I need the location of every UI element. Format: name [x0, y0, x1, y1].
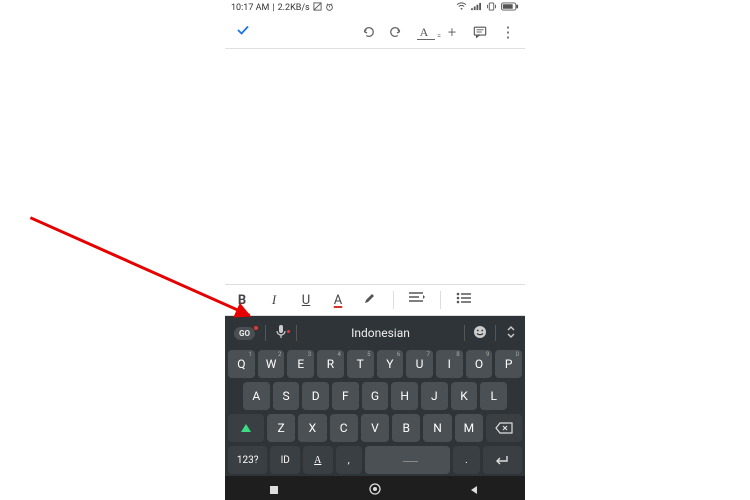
key-d[interactable]: D: [302, 382, 329, 410]
key-t[interactable]: T5: [347, 350, 374, 378]
battery-icon: [501, 2, 519, 14]
key-y[interactable]: Y6: [377, 350, 404, 378]
text-color-button[interactable]: A: [329, 293, 347, 308]
align-button[interactable]: [408, 292, 426, 308]
clipboard-pill[interactable]: GO: [234, 327, 255, 340]
bullet-list-button[interactable]: [455, 292, 473, 308]
lang-switch-key[interactable]: A: [303, 446, 333, 474]
key-g[interactable]: G: [362, 382, 389, 410]
key-z[interactable]: Z: [267, 414, 295, 442]
wifi-icon: [456, 2, 467, 14]
key-n[interactable]: N: [423, 414, 451, 442]
key-b[interactable]: B: [392, 414, 420, 442]
shift-key[interactable]: [228, 414, 264, 442]
divider: [440, 291, 441, 309]
key-s[interactable]: S: [273, 382, 300, 410]
key-a[interactable]: A: [243, 382, 270, 410]
backspace-key[interactable]: [486, 414, 522, 442]
key-k[interactable]: K: [451, 382, 478, 410]
alarm-icon: [325, 2, 334, 14]
highlight-button[interactable]: [361, 291, 379, 309]
soft-keyboard: GO Indonesian Q1 W2 E3 R4 T5 Y6 U7: [225, 316, 525, 476]
vibrate-icon: [486, 2, 497, 14]
symbols-key[interactable]: 123?: [228, 446, 267, 474]
key-q[interactable]: Q1: [228, 350, 255, 378]
recent-apps-button[interactable]: [268, 481, 282, 495]
key-j[interactable]: J: [421, 382, 448, 410]
key-o[interactable]: O9: [466, 350, 493, 378]
app-toolbar: A = + ⋮: [225, 16, 525, 49]
suggestion-row: GO Indonesian: [228, 320, 522, 346]
key-l[interactable]: L: [480, 382, 507, 410]
status-bar: 10:17 AM | 2.2KB/s: [225, 0, 525, 16]
language-suggestion[interactable]: Indonesian: [301, 326, 460, 340]
mic-button[interactable]: [270, 324, 292, 343]
home-button[interactable]: [368, 481, 382, 495]
status-sep: |: [272, 3, 274, 13]
key-w[interactable]: W2: [258, 350, 285, 378]
phone-frame: 10:17 AM | 2.2KB/s: [225, 0, 525, 500]
key-p[interactable]: P0: [495, 350, 522, 378]
key-e[interactable]: E3: [287, 350, 314, 378]
divider: [393, 291, 394, 309]
redo-button[interactable]: [389, 25, 403, 39]
insert-button[interactable]: +: [445, 25, 459, 39]
undo-button[interactable]: [361, 25, 375, 39]
key-c[interactable]: C: [330, 414, 358, 442]
comment-button[interactable]: [473, 25, 487, 39]
key-row-1: Q1 W2 E3 R4 T5 Y6 U7 I8 O9 P0: [228, 350, 522, 378]
text-format-button[interactable]: A =: [417, 25, 431, 39]
key-row-4: 123? ID A , ⎯⎯⎯ .: [228, 446, 522, 474]
confirm-button[interactable]: [235, 22, 251, 42]
key-h[interactable]: H: [391, 382, 418, 410]
signal-icon: [471, 2, 482, 14]
key-v[interactable]: V: [361, 414, 389, 442]
key-f[interactable]: F: [332, 382, 359, 410]
key-row-3: Z X C V B N M: [228, 414, 522, 442]
key-r[interactable]: R4: [317, 350, 344, 378]
format-bar: B I U A: [225, 284, 525, 316]
back-button[interactable]: [468, 481, 482, 495]
key-i[interactable]: I8: [436, 350, 463, 378]
key-row-2: A S D F G H J K L: [228, 382, 522, 410]
period-key[interactable]: .: [453, 446, 479, 474]
underline-button[interactable]: U: [297, 293, 315, 308]
document-body[interactable]: [225, 49, 525, 284]
key-x[interactable]: X: [298, 414, 326, 442]
expand-button[interactable]: [500, 325, 522, 342]
key-u[interactable]: U7: [406, 350, 433, 378]
status-netspeed: 2.2KB/s: [278, 3, 310, 13]
space-key[interactable]: ⎯⎯⎯: [365, 446, 450, 474]
lang-id-key[interactable]: ID: [270, 446, 300, 474]
emoji-button[interactable]: [469, 324, 491, 343]
annotation-arrow: [30, 216, 250, 316]
italic-button[interactable]: I: [265, 292, 283, 308]
key-m[interactable]: M: [455, 414, 483, 442]
more-button[interactable]: ⋮: [501, 25, 515, 39]
bold-button[interactable]: B: [233, 293, 251, 308]
enter-key[interactable]: [483, 446, 522, 474]
status-time: 10:17 AM: [231, 3, 269, 13]
comma-key[interactable]: ,: [336, 446, 362, 474]
system-navbar: [225, 476, 525, 500]
nosim-icon: [313, 2, 322, 14]
